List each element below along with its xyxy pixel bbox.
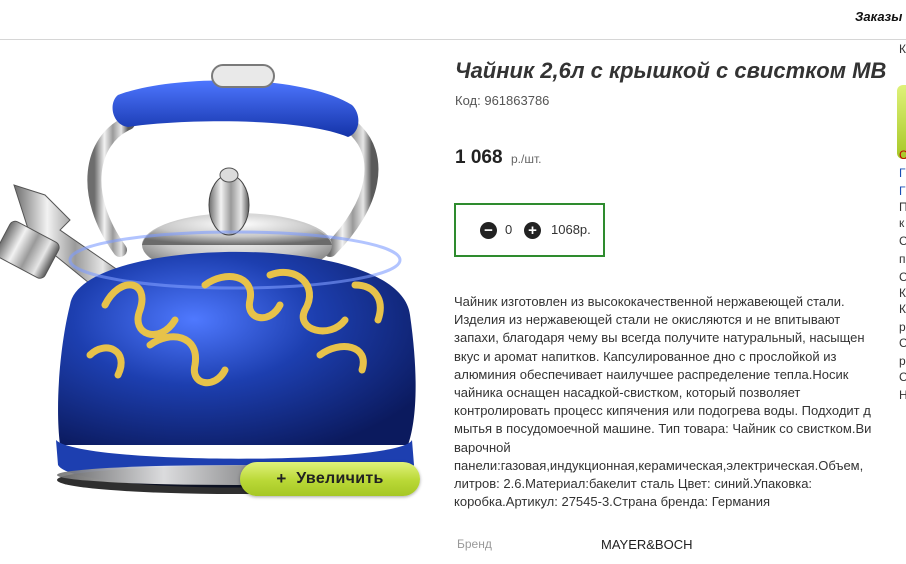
minus-icon[interactable]: − bbox=[480, 222, 497, 239]
cropped-sidebar-char: Г bbox=[899, 166, 906, 180]
right-sidebar-cropped: КСГГПкСпСККрСрСН bbox=[897, 40, 906, 564]
cropped-sidebar-char: С bbox=[899, 270, 906, 284]
cropped-sidebar-char: С bbox=[899, 336, 906, 350]
description-line: контролировать процесс кипячения или под… bbox=[454, 403, 871, 419]
description-line: мытья в посудомоечной машине. Тип товара… bbox=[454, 421, 872, 437]
description-line: варочной bbox=[454, 439, 511, 455]
kettle-illustration bbox=[0, 64, 416, 494]
product-title: Чайник 2,6л с крышкой с свистком MB bbox=[455, 58, 887, 83]
quantity-value: 0 bbox=[505, 222, 513, 237]
cropped-sidebar-char: С bbox=[899, 234, 906, 248]
description-line: литров: 2.6.Материал:бакелит сталь Цвет:… bbox=[454, 476, 813, 492]
brand-label: Бренд bbox=[457, 537, 492, 551]
product-code: Код: 961863786 bbox=[455, 93, 549, 108]
product-code-label: Код: bbox=[455, 93, 481, 108]
description-line: алюминия обеспечивает наилучшее распреде… bbox=[454, 366, 849, 382]
price-unit: р./шт. bbox=[511, 152, 542, 166]
description-line: коробка.Артикул: 27545-3.Страна бренда: … bbox=[454, 494, 771, 510]
description-line: Чайник изготовлен из высококачественной … bbox=[454, 294, 845, 309]
description-line: вкус и аромат напитков. Капсулированное … bbox=[454, 348, 837, 364]
description-line: запахи, благодаря чему вы всегда получит… bbox=[454, 330, 865, 346]
cropped-sidebar-char: К bbox=[899, 302, 906, 316]
cropped-sidebar-char: С bbox=[899, 370, 906, 384]
plus-icon: + bbox=[276, 469, 287, 488]
zoom-button-label: Увеличить bbox=[296, 470, 384, 487]
cropped-sidebar-char: Н bbox=[899, 388, 906, 402]
cropped-sidebar-char: Г bbox=[899, 184, 906, 198]
plus-icon[interactable]: + bbox=[524, 222, 541, 239]
product-image[interactable] bbox=[0, 45, 432, 507]
cropped-sidebar-char: к bbox=[899, 216, 905, 230]
cropped-sidebar-char: К bbox=[899, 42, 906, 56]
product-price: 1 068 р./шт. bbox=[455, 147, 541, 169]
brand-value[interactable]: MAYER&BOCH bbox=[601, 537, 693, 552]
product-description: Чайник изготовлен из высококачественной … bbox=[454, 293, 906, 511]
cropped-sidebar-char: П bbox=[899, 200, 906, 214]
price-value: 1 068 bbox=[455, 147, 503, 168]
orders-link[interactable]: Заказы bbox=[855, 9, 902, 24]
description-line: Изделия из нержавеющей стали не окисляют… bbox=[454, 312, 841, 328]
cropped-sidebar-char: р bbox=[899, 320, 906, 334]
cropped-sidebar-char: п bbox=[899, 252, 906, 266]
cropped-sidebar-char: р bbox=[899, 354, 906, 368]
product-code-value: 961863786 bbox=[484, 93, 550, 108]
quantity-sum: 1068р. bbox=[551, 222, 591, 237]
cropped-sidebar-char: К bbox=[899, 286, 906, 300]
zoom-button[interactable]: + Увеличить bbox=[240, 462, 420, 496]
top-bar: Заказы bbox=[0, 0, 906, 40]
quantity-stepper: − 0 + 1068р. bbox=[454, 203, 605, 257]
description-line: чайника оснащен насадкой-свистком, котор… bbox=[454, 385, 801, 401]
description-line: панели:газовая,индукционная,керамическая… bbox=[454, 457, 864, 473]
cropped-sidebar-char: С bbox=[899, 148, 906, 162]
